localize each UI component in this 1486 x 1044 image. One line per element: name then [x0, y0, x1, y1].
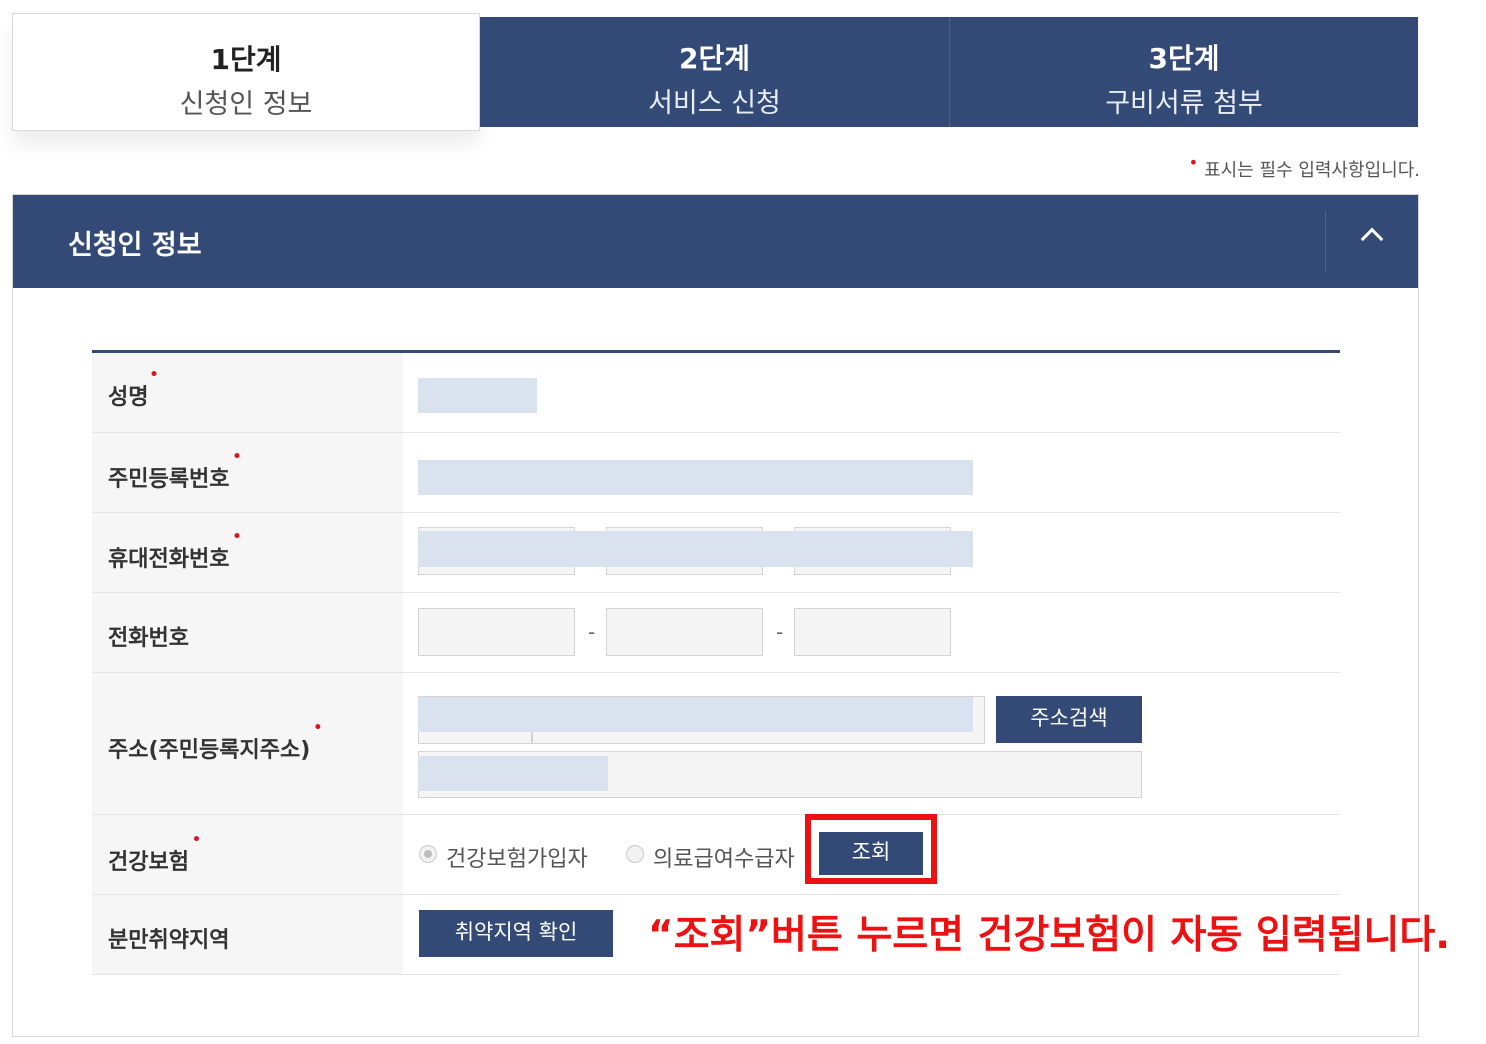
form-row-phone: 전화번호 - -	[92, 593, 1340, 673]
field-label: 주민등록번호 •	[108, 449, 242, 492]
radio-insured[interactable]	[419, 845, 437, 863]
row-header: 주민등록번호 •	[92, 433, 403, 512]
required-note: • 표시는 필수 입력사항입니다.	[1188, 153, 1420, 182]
required-mark: •	[149, 367, 159, 383]
required-note-text: 표시는 필수 입력사항입니다.	[1204, 160, 1420, 181]
step-number: 1단계	[210, 43, 282, 76]
radio-label-medical-aid[interactable]: 의료급여수급자	[653, 841, 795, 873]
field-label: 건강보험 •	[108, 832, 201, 875]
name-field-masked[interactable]	[418, 378, 537, 413]
step-name: 신청인 정보	[179, 89, 313, 120]
row-header: 건강보험 •	[92, 815, 403, 894]
required-mark: •	[192, 832, 201, 848]
field-label: 휴대전화번호 •	[108, 529, 242, 572]
mobile-field-masked	[418, 531, 973, 567]
step-name: 구비서류 첨부	[1105, 88, 1263, 119]
field-label: 성명 •	[108, 367, 159, 410]
step-name: 서비스 신청	[648, 88, 781, 119]
collapse-toggle-button[interactable]	[1326, 195, 1420, 288]
form-row-mobile: 휴대전화번호 •	[92, 513, 1340, 593]
row-header: 전화번호	[92, 593, 403, 672]
form-row-insurance: 건강보험 • 건강보험가입자 의료급여수급자 조회	[92, 815, 1340, 895]
radio-medical-aid[interactable]	[626, 845, 644, 863]
field-label: 주소(주민등록지주소) •	[108, 720, 323, 763]
annotation-text: “조회”버튼 누르면 건강보험이 자동 입력됩니다.	[648, 913, 1451, 958]
phone-separator: -	[588, 620, 596, 644]
field-label: 전화번호	[108, 626, 189, 651]
lookup-highlight-box	[805, 814, 937, 884]
row-header: 휴대전화번호 •	[92, 513, 403, 592]
phone-separator: -	[776, 620, 784, 644]
step-number: 2단계	[678, 42, 750, 75]
address-detail-masked	[418, 756, 608, 791]
section-title: 신청인 정보	[68, 230, 202, 261]
required-mark: •	[313, 720, 323, 736]
required-mark: •	[232, 529, 242, 545]
form-row-address: 주소(주민등록지주소) • 주소검색	[92, 673, 1340, 815]
address-field-masked	[418, 697, 973, 732]
phone-field-2[interactable]	[606, 608, 763, 656]
field-label: 분만취약지역	[108, 928, 230, 953]
required-mark: •	[1188, 153, 1199, 172]
required-mark: •	[232, 449, 242, 465]
step-tab-2[interactable]: 2단계 서비스 신청	[480, 17, 949, 127]
applicant-form: 성명 • 주민등록번호 • 휴대전화번호 • 전화번호 - - 주소(주민등록지주소)…	[92, 350, 1340, 975]
phone-field-1[interactable]	[418, 608, 575, 656]
radio-label-insured[interactable]: 건강보험가입자	[446, 841, 588, 873]
form-row-rrn: 주민등록번호 •	[92, 433, 1340, 513]
address-search-button[interactable]: 주소검색	[996, 696, 1142, 743]
region-check-button[interactable]: 취약지역 확인	[419, 910, 613, 957]
row-header: 성명 •	[92, 353, 403, 432]
step-tab-3[interactable]: 3단계 구비서류 첨부	[950, 17, 1418, 127]
step-tab-1[interactable]: 1단계 신청인 정보	[12, 13, 480, 131]
form-row-name: 성명 •	[92, 353, 1340, 433]
row-header: 주소(주민등록지주소) •	[92, 673, 403, 814]
chevron-up-icon	[1360, 227, 1384, 251]
phone-field-3[interactable]	[794, 608, 951, 656]
row-header: 분만취약지역	[92, 895, 403, 974]
step-number: 3단계	[1148, 42, 1220, 75]
section-header: 신청인 정보	[13, 195, 1418, 288]
rrn-field-masked[interactable]	[418, 460, 973, 495]
